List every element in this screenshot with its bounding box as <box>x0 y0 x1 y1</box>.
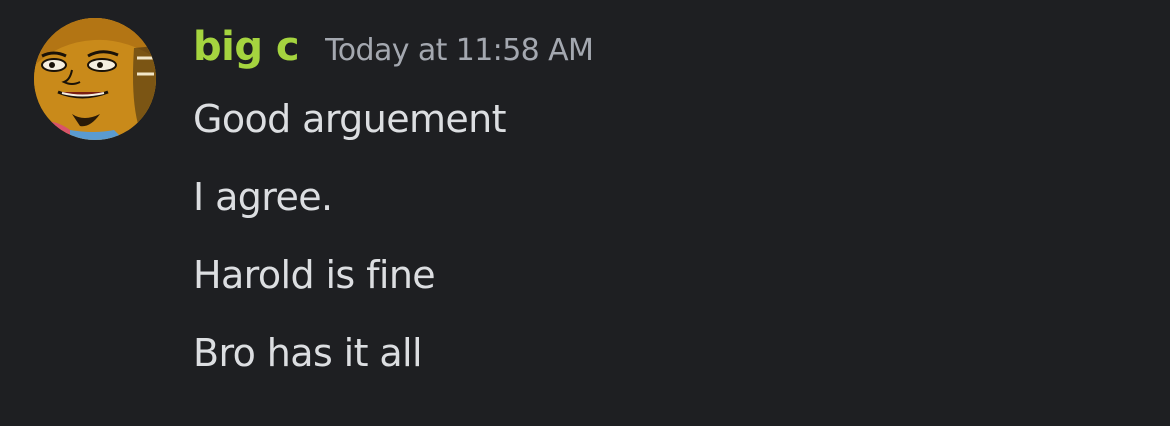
message-line: Good arguement <box>193 97 507 141</box>
avatar[interactable] <box>34 18 156 140</box>
message-line: Harold is fine <box>193 253 436 297</box>
message-line: Bro has it all <box>193 331 423 375</box>
timestamp[interactable]: Today at 11:58 AM <box>325 33 594 68</box>
message-line: I agree. <box>193 175 333 219</box>
message-group: big c Today at 11:58 AM Good arguement I… <box>0 0 1170 426</box>
username[interactable]: big c <box>193 24 300 70</box>
cartoon-face-avatar-icon <box>34 18 156 140</box>
message-header: big c Today at 11:58 AM <box>193 24 594 80</box>
